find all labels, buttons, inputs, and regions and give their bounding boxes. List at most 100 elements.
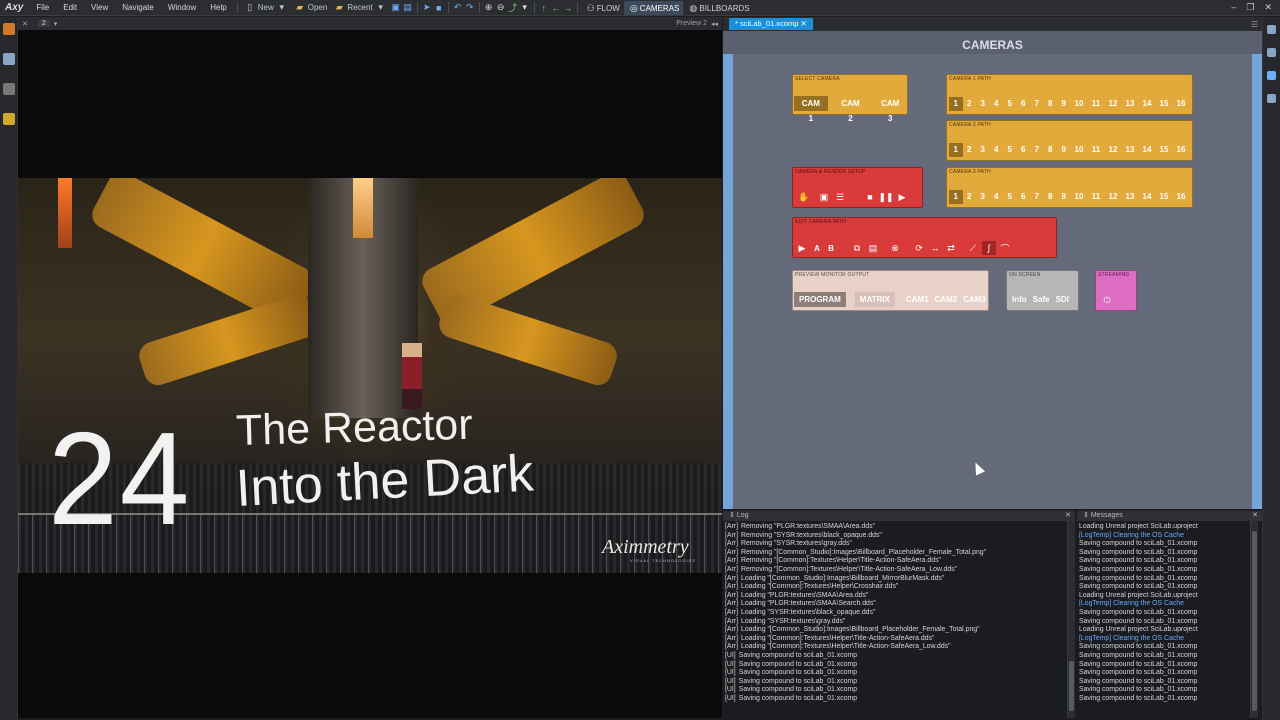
- open-button[interactable]: ▰ Open: [291, 2, 331, 13]
- layout-number[interactable]: 2: [37, 20, 50, 27]
- channels-icon[interactable]: [1267, 71, 1276, 80]
- path-2-button[interactable]: 2: [963, 190, 977, 204]
- properties-icon[interactable]: [1267, 25, 1276, 34]
- redo-icon[interactable]: ↷: [464, 2, 476, 13]
- close-log-icon[interactable]: ✕: [1065, 511, 1071, 521]
- smooth-curve-icon[interactable]: ⌒: [998, 241, 1012, 255]
- path-4-button[interactable]: 4: [990, 190, 1004, 204]
- cam-3-button[interactable]: CAM 3: [873, 96, 907, 123]
- path-5-button[interactable]: 5: [1003, 97, 1017, 111]
- menu-window[interactable]: Window: [161, 3, 203, 12]
- menu-help[interactable]: Help: [203, 3, 233, 12]
- path-10-button[interactable]: 10: [1071, 190, 1088, 204]
- layer-icon[interactable]: [2, 113, 15, 125]
- dock-icon[interactable]: ◂◂: [711, 20, 718, 28]
- sdi-button[interactable]: SDI: [1053, 292, 1072, 307]
- path-5-button[interactable]: 5: [1003, 143, 1017, 157]
- new-button[interactable]: ▯ New ▾: [241, 2, 291, 13]
- tab-cameras[interactable]: ◎ CAMERAS: [623, 0, 684, 15]
- path-12-button[interactable]: 12: [1105, 190, 1122, 204]
- info-button[interactable]: Info: [1009, 292, 1030, 307]
- path-9-button[interactable]: 9: [1057, 190, 1071, 204]
- preview-viewport[interactable]: 24 The Reactor Into the Dark Aximmetry V…: [18, 30, 722, 718]
- tab-billboards[interactable]: ◍ BILLBOARDS: [683, 1, 753, 15]
- tab-scilab-compound[interactable]: * sciLab_01.xcomp ✕: [729, 18, 813, 30]
- swap-horizontal-icon[interactable]: ↔: [928, 241, 942, 255]
- path-15-button[interactable]: 15: [1156, 143, 1173, 157]
- path-13-button[interactable]: 13: [1122, 97, 1139, 111]
- stop-icon[interactable]: ■: [863, 190, 877, 204]
- path-8-button[interactable]: 8: [1044, 97, 1058, 111]
- path-7-button[interactable]: 7: [1030, 143, 1044, 157]
- path-1-button[interactable]: 1: [949, 190, 963, 204]
- ease-curve-icon[interactable]: ∫: [982, 241, 996, 255]
- menu-file[interactable]: File: [29, 3, 56, 12]
- path-1-button[interactable]: 1: [949, 143, 963, 157]
- path-5-button[interactable]: 5: [1003, 190, 1017, 204]
- path-14-button[interactable]: 14: [1139, 97, 1156, 111]
- preview-icon[interactable]: [2, 23, 15, 35]
- play-icon[interactable]: ▶: [895, 190, 909, 204]
- matrix-button[interactable]: MATRIX: [854, 292, 895, 307]
- path-1-button[interactable]: 1: [949, 97, 963, 111]
- path-13-button[interactable]: 13: [1122, 190, 1139, 204]
- path-4-button[interactable]: 4: [990, 97, 1004, 111]
- chevron-down-icon[interactable]: ▾: [54, 20, 58, 28]
- path-11-button[interactable]: 11: [1088, 190, 1105, 204]
- settings-icon[interactable]: [1267, 94, 1276, 103]
- undo-icon[interactable]: ↶: [452, 2, 464, 13]
- close-icon[interactable]: ✕: [1264, 2, 1272, 13]
- camera-setup-icon[interactable]: ▣: [817, 190, 831, 204]
- path-7-button[interactable]: 7: [1030, 97, 1044, 111]
- messages-scrollbar[interactable]: [1250, 521, 1258, 718]
- panel-menu-icon[interactable]: ☰: [1251, 20, 1262, 29]
- path-14-button[interactable]: 14: [1139, 143, 1156, 157]
- cam3-output-button[interactable]: CAM3: [960, 292, 989, 307]
- save-all-icon[interactable]: ▤: [402, 2, 414, 13]
- point-b-button[interactable]: B: [824, 241, 838, 255]
- scroll-thumb[interactable]: [1252, 531, 1257, 711]
- path-15-button[interactable]: 15: [1156, 190, 1173, 204]
- close-preview-icon[interactable]: ✕: [22, 20, 28, 28]
- path-3-button[interactable]: 3: [976, 190, 990, 204]
- path-2-button[interactable]: 2: [963, 143, 977, 157]
- tab-flow[interactable]: ⚇ FLOW: [581, 1, 624, 15]
- path-3-button[interactable]: 3: [976, 97, 990, 111]
- path-8-button[interactable]: 8: [1044, 143, 1058, 157]
- link-icon[interactable]: [1267, 48, 1276, 57]
- close-messages-icon[interactable]: ✕: [1252, 511, 1258, 521]
- safe-button[interactable]: Safe: [1030, 292, 1053, 307]
- path-3-button[interactable]: 3: [976, 143, 990, 157]
- menu-view[interactable]: View: [84, 3, 115, 12]
- copy-icon[interactable]: ⧉: [850, 241, 864, 255]
- save-icon[interactable]: ▣: [390, 2, 402, 13]
- path-11-button[interactable]: 11: [1088, 97, 1105, 111]
- reverse-icon[interactable]: ⇄: [944, 241, 958, 255]
- path-9-button[interactable]: 9: [1057, 143, 1071, 157]
- refresh-icon[interactable]: ⟳: [912, 241, 926, 255]
- path-9-button[interactable]: 9: [1057, 97, 1071, 111]
- program-button[interactable]: PROGRAM: [794, 292, 846, 307]
- recent-button[interactable]: ▰ Recent ▾: [330, 2, 389, 13]
- scroll-thumb[interactable]: [1069, 661, 1074, 711]
- pause-icon[interactable]: ❚❚: [878, 190, 893, 204]
- path-13-button[interactable]: 13: [1122, 143, 1139, 157]
- path-2-button[interactable]: 2: [963, 97, 977, 111]
- path-7-button[interactable]: 7: [1030, 190, 1044, 204]
- path-16-button[interactable]: 16: [1173, 190, 1190, 204]
- path-14-button[interactable]: 14: [1139, 190, 1156, 204]
- power-icon[interactable]: ⏻: [1100, 293, 1114, 307]
- cam-2-button[interactable]: CAM 2: [834, 96, 868, 123]
- delete-icon[interactable]: ⊗: [888, 241, 902, 255]
- chevron-down-icon[interactable]: ▾: [519, 2, 531, 13]
- messages-panel[interactable]: Loading Unreal project SciLab.uproject [L…: [1077, 521, 1249, 718]
- linear-curve-icon[interactable]: ⟋: [966, 241, 980, 255]
- log-scrollbar[interactable]: [1067, 521, 1075, 718]
- path-11-button[interactable]: 11: [1088, 143, 1105, 157]
- path-15-button[interactable]: 15: [1156, 97, 1173, 111]
- point-a-button[interactable]: A: [810, 241, 824, 255]
- menu-edit[interactable]: Edit: [56, 3, 84, 12]
- connect-icon[interactable]: ⤴: [507, 1, 519, 14]
- path-10-button[interactable]: 10: [1071, 143, 1088, 157]
- path-10-button[interactable]: 10: [1071, 97, 1088, 111]
